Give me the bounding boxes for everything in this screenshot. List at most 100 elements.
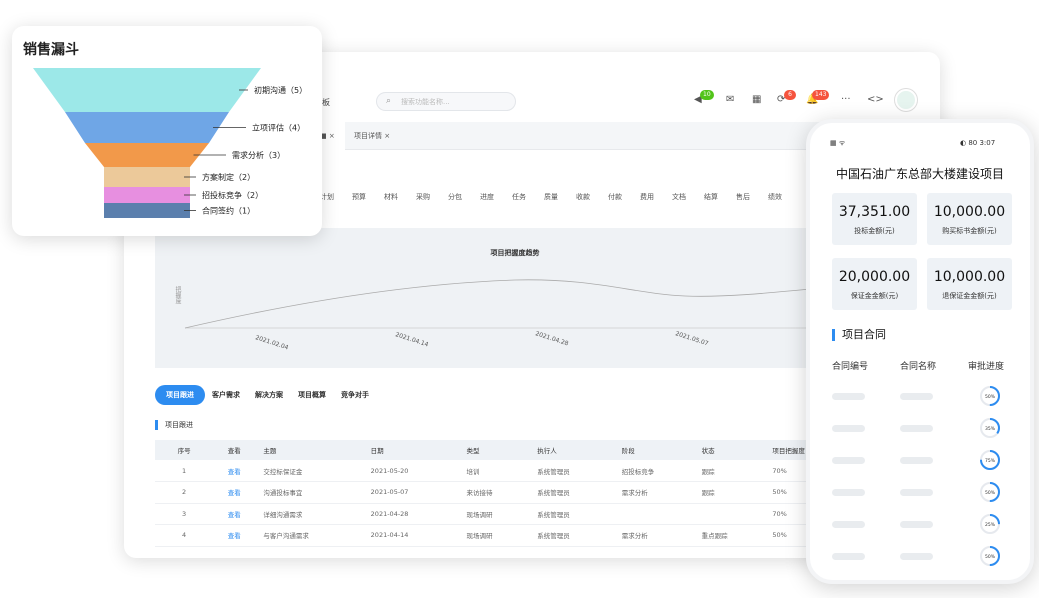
column-header: 主题 — [255, 440, 363, 460]
table-cell: 系统管理员 — [529, 481, 614, 504]
tab-project-follow[interactable]: 项目跟进 — [155, 385, 205, 405]
placeholder-bar — [832, 393, 865, 400]
x-tick-label: 2021.05.07 — [674, 330, 709, 347]
subtab[interactable]: 任务 — [512, 192, 526, 202]
tab-solution[interactable]: 解决方案 — [255, 385, 283, 405]
tab-competitors[interactable]: 竞争对手 — [341, 385, 369, 405]
tab-customer-needs[interactable]: 客户需求 — [212, 385, 240, 405]
x-tick-label: 2021.04.28 — [534, 330, 569, 347]
calendar-icon[interactable]: ▦ — [752, 94, 761, 105]
column-header: 查看 — [205, 440, 256, 460]
table-row[interactable]: 4 查看 与客户沟通需求 2021-04-14 现场调研 系统管理员 需求分析 重点跟踪 50%… — [155, 524, 915, 547]
avatar[interactable] — [895, 89, 917, 111]
subtab[interactable]: 绩效 — [768, 192, 782, 202]
progress-ring: 75% — [980, 450, 1000, 470]
table-row[interactable]: 1查看交控标保证金2021-05-20培训系统管理员招投标竞争跟踪70%2021… — [155, 460, 915, 482]
table-cell: 重点跟踪 — [693, 524, 765, 547]
progress-ring: 35% — [980, 418, 1000, 438]
metric-value: 20,000.00 — [838, 269, 911, 285]
placeholder-bar — [900, 521, 933, 528]
table-cell: 2021-05-20 — [362, 460, 459, 482]
table-cell: 2021-04-28 — [362, 503, 459, 525]
subtab[interactable]: 计划 — [320, 192, 334, 202]
subtab[interactable]: 付款 — [608, 192, 622, 202]
table-cell: 需求分析 — [613, 481, 694, 504]
table-cell: 系统管理员 — [529, 460, 614, 482]
metric-card: 10,000.00 退保证金金额(元) — [927, 258, 1012, 310]
contract-row[interactable]: 75% — [832, 445, 1012, 477]
subtab[interactable]: 进度 — [480, 192, 494, 202]
funnel-stage-label: 初期沟通（5） — [254, 85, 307, 95]
funnel-stage — [104, 187, 190, 203]
table-body: 1查看交控标保证金2021-05-20培训系统管理员招投标竞争跟踪70%2021… — [155, 460, 915, 547]
subtab[interactable]: 材料 — [384, 192, 398, 202]
funnel-stage — [104, 203, 190, 218]
close-icon[interactable]: × — [384, 132, 390, 140]
progress-value: 35% — [985, 426, 996, 432]
view-link[interactable]: 查看 — [205, 524, 256, 547]
sync-badge: 6 — [784, 90, 796, 100]
col-contract-name: 合同名称 — [900, 362, 937, 372]
progress-ring: 50% — [980, 546, 1000, 566]
search-placeholder: 搜索功能名称... — [401, 98, 450, 106]
status-battery: ◐ 80 3:07 — [960, 139, 996, 147]
table-cell: 系统管理员 — [529, 524, 614, 547]
subtab[interactable]: 收款 — [576, 192, 590, 202]
contract-row[interactable]: 50% — [832, 477, 1012, 509]
view-link[interactable]: 查看 — [205, 481, 256, 504]
funnel-stage-label: 需求分析（3） — [232, 150, 285, 160]
contract-row[interactable]: 25% — [832, 509, 1012, 541]
table-cell: 现场调研 — [458, 524, 530, 547]
mail-icon[interactable]: ✉ — [726, 94, 734, 105]
code-icon[interactable]: <> — [867, 94, 884, 105]
placeholder-bar — [832, 521, 865, 528]
table-cell: 跟踪 — [693, 481, 765, 504]
tab-label: 项目详情 — [354, 132, 382, 140]
metric-label: 退保证金金额(元) — [942, 292, 997, 300]
view-link[interactable]: 查看 — [205, 460, 256, 482]
table-cell: 跟踪 — [693, 460, 765, 482]
table-cell: 4 — [155, 524, 206, 547]
mobile-phone: ▦ ᯤ ◐ 80 3:07 中国石油广东总部大楼建设项目 37,351.00 投标… — [806, 119, 1034, 584]
status-signal: ▦ ᯤ — [830, 139, 846, 147]
progress-value: 75% — [985, 458, 996, 464]
more-icon[interactable]: ··· — [841, 94, 851, 105]
table-row[interactable]: 3 查看 详细沟通需求 2021-04-28 现场调研 系统管理员 70% — [155, 503, 915, 525]
subtab[interactable]: 文档 — [672, 192, 686, 202]
table-cell: 来访接待 — [458, 481, 530, 504]
progress-ring: 25% — [980, 514, 1000, 534]
funnel-stage-label: 立项评估（4） — [252, 123, 305, 133]
table-header: 序号查看主题日期类型执行人阶段状态项目把握度下次回访日期 — [155, 440, 915, 460]
progress-ring: 50% — [980, 386, 1000, 406]
close-icon[interactable]: × — [329, 132, 335, 140]
subtab[interactable]: 质量 — [544, 192, 558, 202]
contract-row[interactable]: 50% — [832, 381, 1012, 413]
column-header: 序号 — [155, 440, 206, 460]
subtab[interactable]: 预算 — [352, 192, 366, 202]
column-header: 日期 — [362, 440, 459, 460]
metric-label: 购买标书金额(元) — [942, 227, 997, 235]
view-link[interactable]: 查看 — [205, 503, 256, 525]
progress-value: 25% — [985, 522, 996, 528]
table-row[interactable]: 2查看沟通投标事宜2021-05-07来访接待系统管理员需求分析跟踪50%202… — [155, 481, 915, 504]
table-cell: 沟通投标事宜 — [255, 481, 363, 504]
search-input[interactable]: ⌕ 搜索功能名称... — [376, 92, 516, 111]
progress-value: 50% — [985, 554, 996, 560]
metric-value: 10,000.00 — [933, 204, 1006, 220]
tab-project-detail[interactable]: 项目详情 × — [344, 122, 400, 150]
tab-estimate[interactable]: 项目概算 — [298, 385, 326, 405]
subtab[interactable]: 售后 — [736, 192, 750, 202]
subtab[interactable]: 采购 — [416, 192, 430, 202]
table-cell: 详细沟通需求 — [255, 503, 363, 525]
subtab[interactable]: 结算 — [704, 192, 718, 202]
placeholder-bar — [900, 393, 933, 400]
contract-row[interactable]: 35% — [832, 413, 1012, 445]
funnel-stage — [65, 112, 229, 143]
table-cell: 培训 — [458, 460, 530, 482]
subtab[interactable]: 费用 — [640, 192, 654, 202]
contract-row[interactable]: 50% — [832, 541, 1012, 573]
sales-funnel-card: 销售漏斗 初期沟通（5） 立项评估（4） 需求分析（3） 方案制定（2） 招投标竞争（2… — [12, 26, 322, 236]
progress-ring: 50% — [980, 482, 1000, 502]
sub-tabs: 计划 预算 材料 采购 分包 进度 任务 质量 收款 付款 费用 文档 结算 售后 绩效 — [320, 192, 800, 202]
subtab[interactable]: 分包 — [448, 192, 462, 202]
